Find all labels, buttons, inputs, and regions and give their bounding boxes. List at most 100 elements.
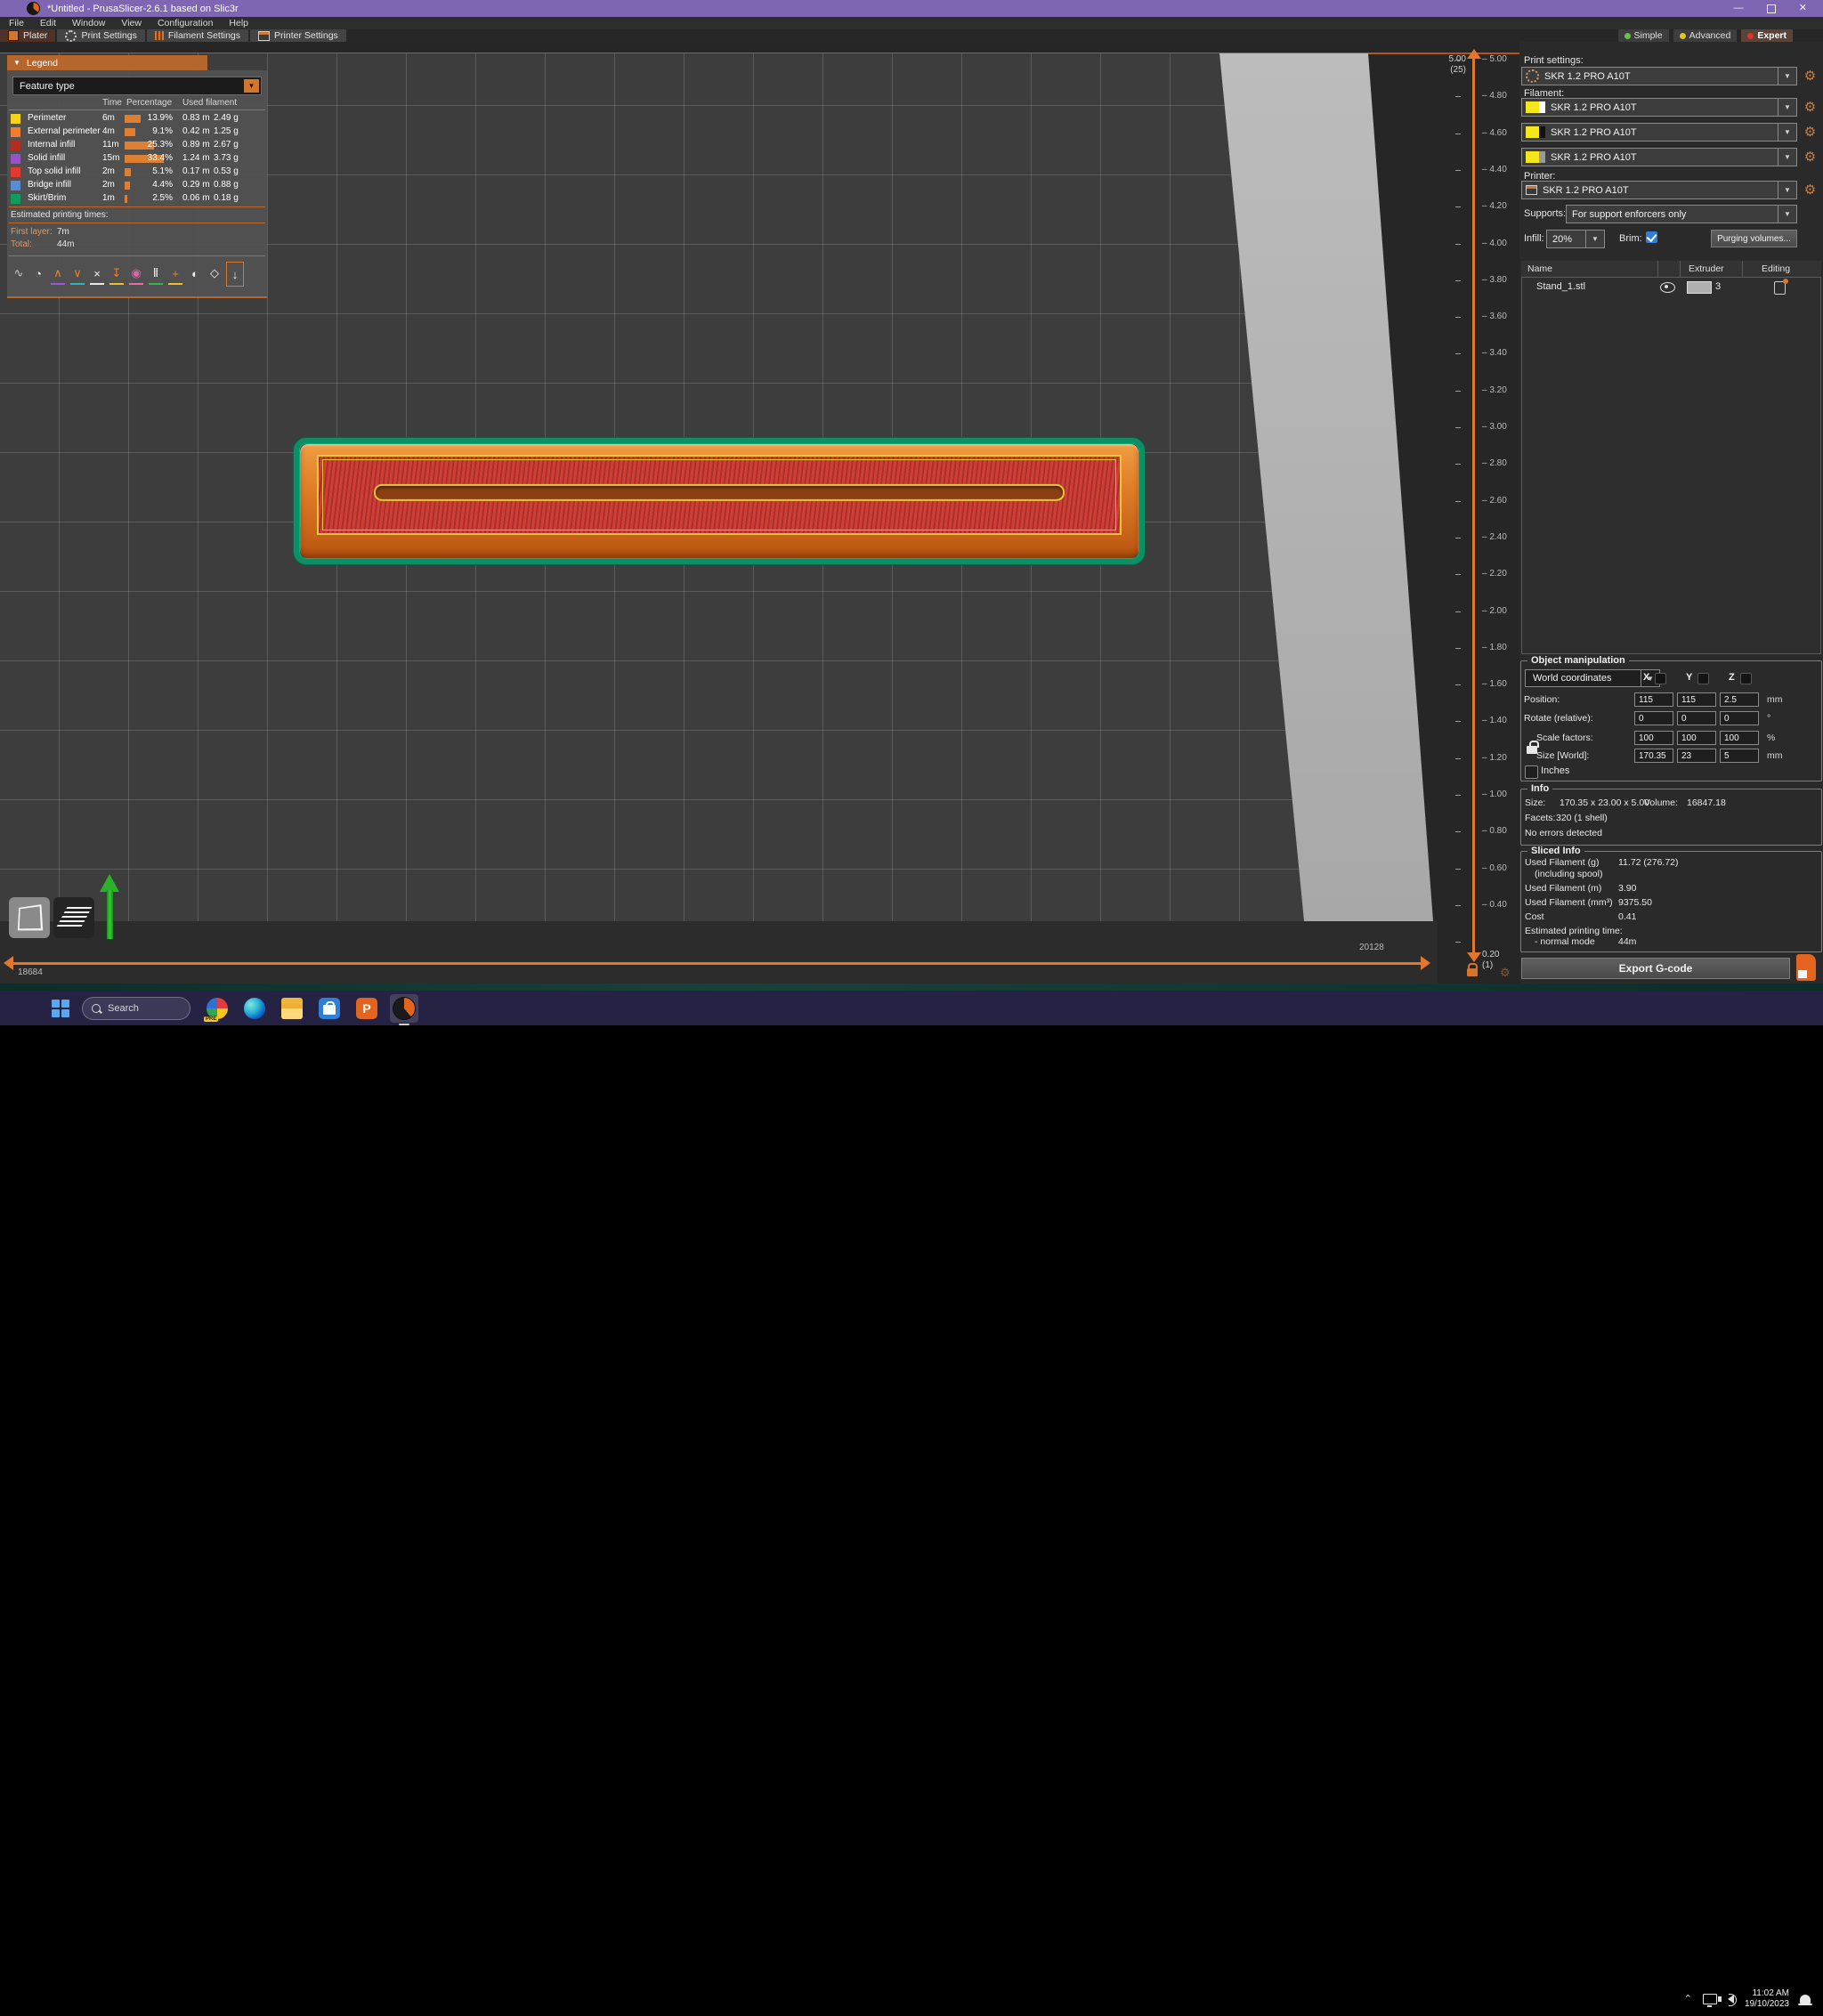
purging-volumes-button[interactable]: Purging volumes... <box>1711 230 1797 247</box>
move-slider-left-thumb[interactable] <box>4 956 13 970</box>
menu-item-view[interactable]: View <box>121 18 142 28</box>
travel-icon[interactable]: ∿ <box>11 262 27 285</box>
file-explorer-icon[interactable] <box>278 994 306 1023</box>
clock[interactable]: 11:02 AM 19/10/2023 <box>1745 1988 1789 2010</box>
export-gcode-button[interactable]: Export G-code <box>1521 958 1790 979</box>
manip-field-y[interactable]: 100 <box>1677 731 1716 745</box>
close-button[interactable]: ✕ <box>1799 0 1807 17</box>
start-button[interactable] <box>52 1000 69 1017</box>
print-settings-select[interactable]: SKR 1.2 PRO A10T▼ <box>1521 67 1797 85</box>
3d-viewport[interactable]: ▼ Legend Feature type ▼ Time Percentage … <box>0 42 1519 984</box>
object-list[interactable] <box>1521 261 1821 654</box>
minimize-button[interactable]: — <box>1734 0 1744 17</box>
layer-slider-upper-thumb[interactable] <box>1467 49 1481 59</box>
extruder-swatch[interactable] <box>1687 281 1712 294</box>
preview-view-button[interactable] <box>53 897 94 938</box>
maximize-button[interactable] <box>1767 4 1776 13</box>
edit-filament-gear-2[interactable]: ⚙ <box>1803 125 1818 140</box>
tab-printer-settings[interactable]: Printer Settings <box>250 29 346 42</box>
microsoft-store-icon[interactable] <box>315 994 344 1023</box>
sliced-object[interactable] <box>294 438 1145 564</box>
pause-print-icon[interactable]: Ⅱ <box>148 262 164 285</box>
manip-field-z[interactable]: 100 <box>1720 731 1759 745</box>
move-slider-track[interactable] <box>12 962 1422 965</box>
editor-view-button[interactable] <box>9 897 50 938</box>
mode-simple[interactable]: Simple <box>1618 29 1669 42</box>
menu-item-configuration[interactable]: Configuration <box>158 18 213 28</box>
tray-chevron-icon[interactable]: ⌃ <box>1684 1993 1692 2004</box>
slider-lock-icon[interactable] <box>1467 968 1478 976</box>
notifications-bell-icon[interactable] <box>1800 1995 1811 2004</box>
coordinates-select[interactable]: World coordinates▼ <box>1525 669 1660 687</box>
seams-icon[interactable]: ∧ <box>50 262 66 285</box>
paint-preview-icon[interactable]: PRE <box>203 994 231 1023</box>
object-row-name[interactable]: Stand_1.stl <box>1536 281 1585 292</box>
manip-field-x[interactable]: 100 <box>1634 731 1673 745</box>
taskbar-search[interactable]: Search <box>82 997 190 1020</box>
supports-select[interactable]: For support enforcers only▼ <box>1566 205 1797 223</box>
mode-expert[interactable]: Expert <box>1741 29 1793 42</box>
scale-lock-icon[interactable] <box>1527 746 1537 754</box>
mirror-z-button[interactable] <box>1740 673 1752 684</box>
view-type-select[interactable]: Feature type ▼ <box>12 77 262 95</box>
sd-card-icon[interactable] <box>1796 954 1816 981</box>
filament-select-3[interactable]: SKR 1.2 PRO A10T▼ <box>1521 148 1797 166</box>
layer-slider-lower-thumb[interactable] <box>1467 952 1481 962</box>
inches-checkbox[interactable] <box>1525 765 1538 779</box>
speaker-icon[interactable] <box>1728 1995 1734 2004</box>
filament-color-swatch <box>1526 101 1545 113</box>
edge-icon[interactable] <box>240 994 269 1023</box>
network-icon[interactable] <box>1703 1994 1717 2004</box>
move-slider-right-value: 20128 <box>1359 943 1384 952</box>
manip-field-y[interactable]: 23 <box>1677 749 1716 763</box>
menu-item-file[interactable]: File <box>9 18 24 28</box>
edit-object-icon[interactable] <box>1774 281 1786 295</box>
infill-select[interactable]: 20%▼ <box>1546 230 1605 248</box>
manip-field-z[interactable]: 0 <box>1720 711 1759 725</box>
slider-gear-icon[interactable]: ⚙ <box>1500 966 1511 980</box>
eye-icon[interactable] <box>1660 282 1675 293</box>
mirror-x-button[interactable] <box>1655 673 1666 684</box>
move-slider-right-thumb[interactable] <box>1421 956 1430 970</box>
tick-label: – 2.20 <box>1482 569 1507 579</box>
manip-field-x[interactable]: 170.35 <box>1634 749 1673 763</box>
mode-advanced[interactable]: Advanced <box>1673 29 1738 42</box>
tab-filament-settings[interactable]: Filament Settings <box>147 29 248 42</box>
printer-select[interactable]: SKR 1.2 PRO A10T▼ <box>1521 181 1797 199</box>
mirror-y-button[interactable] <box>1697 673 1709 684</box>
color-changes-icon[interactable]: ◉ <box>128 262 144 285</box>
feature-length: 0.29 m <box>182 180 210 190</box>
menu-item-help[interactable]: Help <box>229 18 248 28</box>
retractions-icon[interactable]: ◔ <box>30 262 46 285</box>
brim-checkbox[interactable] <box>1646 231 1657 243</box>
manip-field-y[interactable]: 115 <box>1677 692 1716 707</box>
layer-slider-track[interactable] <box>1472 59 1475 952</box>
layer-slider[interactable]: 5.00 (25) – 5.00– 4.80– 4.60– 4.40– 4.20… <box>1438 42 1519 984</box>
tab-plater[interactable]: Plater <box>0 29 55 42</box>
menu-item-edit[interactable]: Edit <box>40 18 56 28</box>
legend-toggle-icon[interactable]: ◐ <box>187 262 203 285</box>
filament-select-1[interactable]: SKR 1.2 PRO A10T▼ <box>1521 98 1797 117</box>
edit-print-settings-gear[interactable]: ⚙ <box>1803 69 1818 84</box>
prusaslicer-icon[interactable] <box>390 994 418 1023</box>
shells-icon[interactable]: ◇ <box>207 262 223 285</box>
menu-item-window[interactable]: Window <box>72 18 105 28</box>
manip-field-x[interactable]: 115 <box>1634 692 1673 707</box>
manip-field-z[interactable]: 2.5 <box>1720 692 1759 707</box>
filament-value: SKR 1.2 PRO A10T <box>1551 102 1778 113</box>
edit-filament-gear-1[interactable]: ⚙ <box>1803 100 1818 115</box>
manip-field-z[interactable]: 5 <box>1720 749 1759 763</box>
unretractions-icon[interactable]: ↧ <box>109 262 125 285</box>
tool-marker-icon[interactable]: × <box>89 262 105 285</box>
legend-header[interactable]: ▼ Legend <box>7 55 207 70</box>
manip-field-y[interactable]: 0 <box>1677 711 1716 725</box>
custom-gcode-icon[interactable]: + <box>167 262 183 285</box>
filament-select-2[interactable]: SKR 1.2 PRO A10T▼ <box>1521 123 1797 142</box>
tab-print-settings[interactable]: Print Settings <box>57 29 144 42</box>
edit-filament-gear-3[interactable]: ⚙ <box>1803 150 1818 165</box>
prusa-gcodeviewer-icon[interactable]: P <box>352 994 381 1023</box>
travel-toggle-icon[interactable]: ↓ <box>226 262 244 287</box>
edit-printer-gear[interactable]: ⚙ <box>1803 182 1818 198</box>
deretractions-icon[interactable]: ∨ <box>69 262 85 285</box>
manip-field-x[interactable]: 0 <box>1634 711 1673 725</box>
